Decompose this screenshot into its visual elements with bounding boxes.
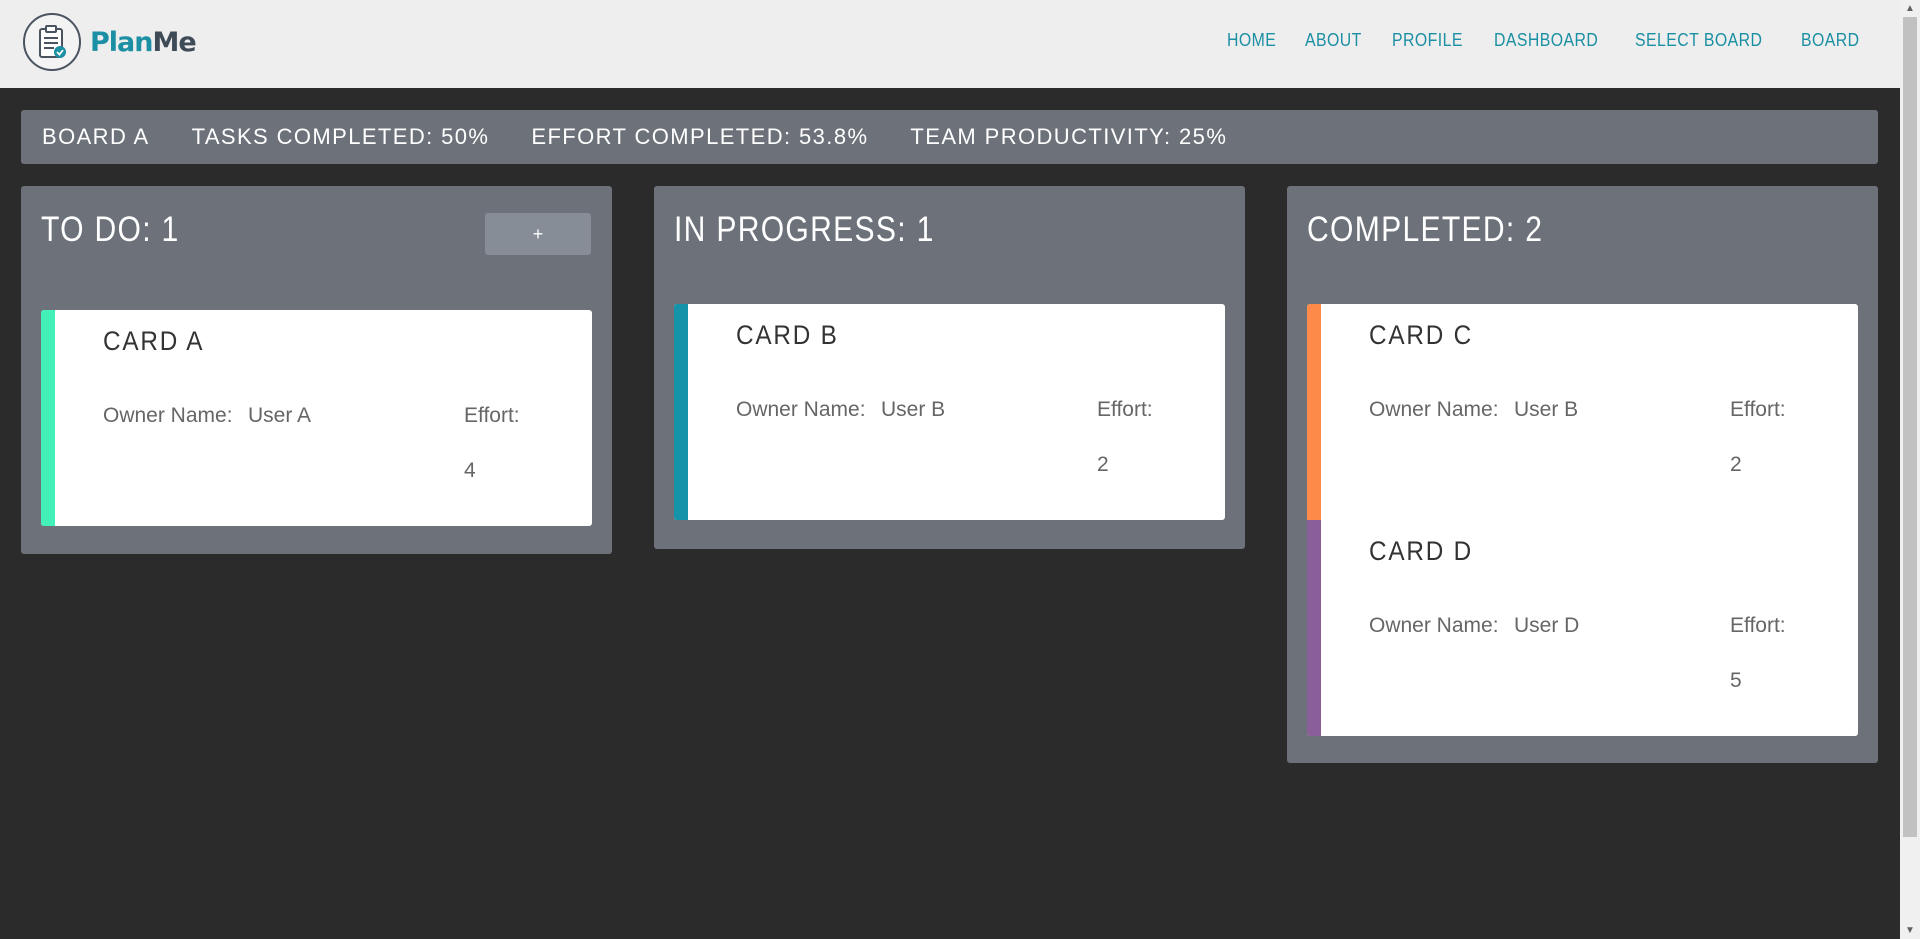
nav-about[interactable]: ABOUT [1305,30,1362,51]
logo-text-plan: Plan [90,26,153,58]
effort-label: Effort: [1730,398,1786,421]
scroll-up-arrow-icon[interactable]: ▲ [1900,0,1920,17]
team-productivity-stat: TEAM PRODUCTIVITY: 25% [910,124,1228,149]
owner-value: User D [1514,614,1580,637]
add-card-button[interactable]: + [485,213,591,255]
effort-value: 4 [464,459,476,482]
tasks-completed-stat: TASKS COMPLETED: 50% [191,124,490,149]
owner-label: Owner Name: [736,398,866,421]
card-color-strip [1307,520,1321,736]
nav-links: HOME ABOUT PROFILE DASHBOARD SELECT BOAR… [1227,30,1868,51]
logo-text: PlanMe [90,26,197,58]
effort-completed-stat: EFFORT COMPLETED: 53.8% [531,124,869,149]
column-title: COMPLETED: 2 [1307,210,1544,249]
effort-label: Effort: [1097,398,1153,421]
card-title: CARD C [1369,320,1473,350]
nav-dashboard[interactable]: DASHBOARD [1494,30,1598,51]
effort-value: 2 [1730,453,1742,476]
card-title: CARD B [736,320,839,350]
card-color-strip [1307,304,1321,520]
nav-select-board[interactable]: SELECT BOARD [1635,30,1762,51]
board-name: BOARD A [42,124,150,149]
effort-value: 5 [1730,669,1742,692]
card-color-strip [674,304,688,520]
column-todo: TO DO: 1 + CARD A Owner Name: User A Eff… [21,186,612,554]
column-title: IN PROGRESS: 1 [674,210,935,249]
effort-label: Effort: [464,404,520,427]
card[interactable]: CARD D Owner Name: User D Effort: 5 [1307,520,1858,736]
board-stats-bar: BOARD A TASKS COMPLETED: 50% EFFORT COMP… [21,110,1878,164]
owner-value: User A [248,404,312,427]
scroll-down-arrow-icon[interactable]: ▼ [1900,922,1920,939]
column-completed: COMPLETED: 2 CARD C Owner Name: User B E… [1287,186,1878,763]
card-title: CARD A [103,326,205,356]
card[interactable]: CARD A Owner Name: User A Effort: 4 [41,310,592,526]
card-color-strip [41,310,55,526]
effort-label: Effort: [1730,614,1786,637]
card[interactable]: CARD C Owner Name: User B Effort: 2 [1307,304,1858,520]
owner-label: Owner Name: [1369,614,1499,637]
scrollbar[interactable]: ▲ ▼ [1900,0,1920,939]
navbar: PlanMe HOME ABOUT PROFILE DASHBOARD SELE… [0,0,1900,88]
owner-value: User B [1514,398,1579,421]
owner-label: Owner Name: [1369,398,1499,421]
logo[interactable]: PlanMe [23,13,197,71]
nav-home[interactable]: HOME [1227,30,1276,51]
scrollbar-thumb[interactable] [1903,17,1917,837]
logo-text-me: Me [152,26,197,58]
column-title: TO DO: 1 [41,210,180,249]
nav-board[interactable]: BOARD [1801,30,1860,51]
card-title: CARD D [1369,536,1473,566]
owner-label: Owner Name: [103,404,233,427]
card[interactable]: CARD B Owner Name: User B Effort: 2 [674,304,1225,520]
nav-profile[interactable]: PROFILE [1392,30,1463,51]
column-in-progress: IN PROGRESS: 1 CARD B Owner Name: User B… [654,186,1245,549]
owner-value: User B [881,398,946,421]
effort-value: 2 [1097,453,1109,476]
clipboard-check-icon [23,13,81,71]
